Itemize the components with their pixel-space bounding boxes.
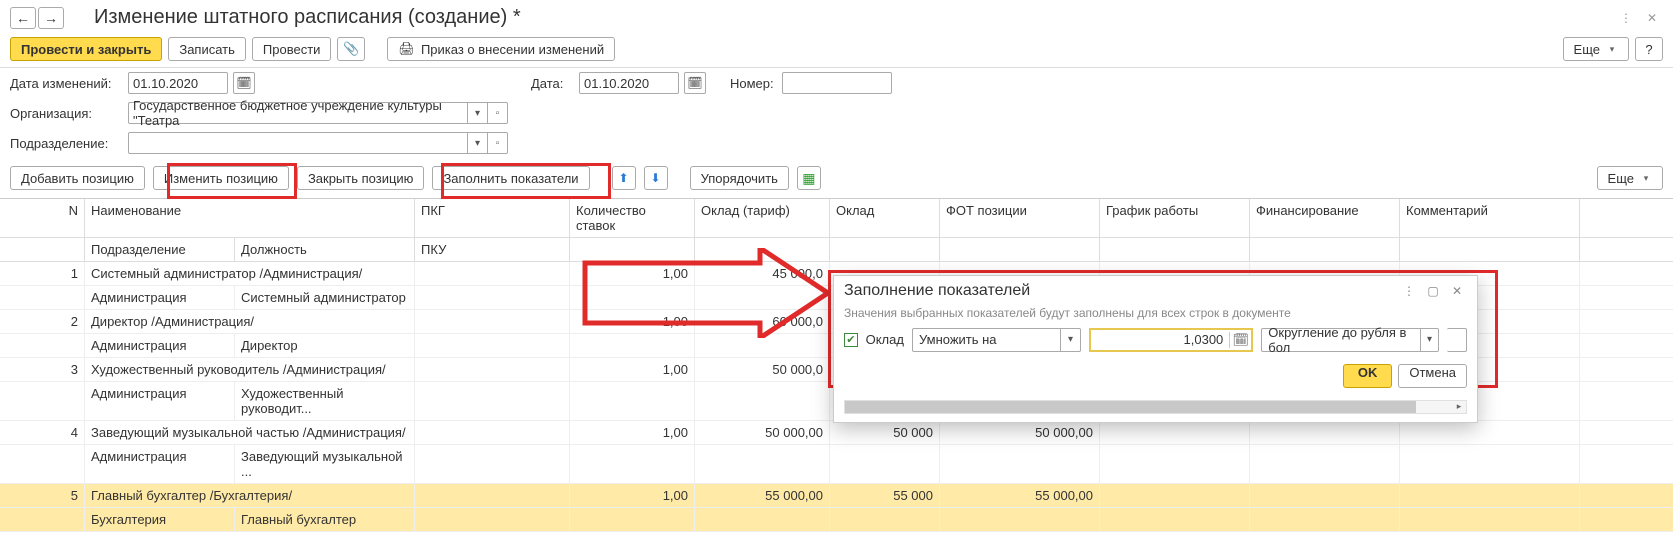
col-dept[interactable]: Подразделение — [85, 238, 235, 262]
print-order-button[interactable]: 🖨Приказ о внесении изменений — [387, 37, 615, 61]
more-button[interactable]: Еще▾ — [1563, 37, 1629, 61]
fill-indicators-dialog: Заполнение показателей ⋮ ▢ ✕ Значения вы… — [833, 275, 1478, 423]
operation-select[interactable]: Умножить на ▾ — [912, 328, 1081, 352]
col-comment[interactable]: Комментарий — [1400, 199, 1580, 238]
attach-button[interactable]: 📎 — [337, 37, 365, 61]
org-label: Организация: — [10, 106, 120, 121]
cancel-button[interactable]: Отмена — [1398, 364, 1467, 388]
salary-checkbox-label: Оклад — [866, 332, 904, 347]
printer-icon: 🖨 — [398, 41, 415, 57]
help-button[interactable]: ? — [1635, 37, 1663, 61]
table-row[interactable]: 4Заведующий музыкальной частью /Админист… — [0, 421, 1673, 445]
date-change-input[interactable]: 01.10.2020 — [128, 72, 228, 94]
col-position[interactable]: Должность — [235, 238, 415, 262]
col-n[interactable]: N — [0, 199, 85, 238]
fill-indicators-button[interactable]: Заполнить показатели — [432, 166, 589, 190]
table-row[interactable]: 5Главный бухгалтер /Бухгалтерия/1,0055 0… — [0, 484, 1673, 508]
col-count[interactable]: Количество ставок — [570, 199, 695, 238]
open-icon[interactable]: ▫ — [488, 102, 508, 124]
salary-checkbox[interactable] — [844, 333, 858, 347]
dialog-menu-icon[interactable]: ⋮ — [1399, 282, 1419, 300]
date-input[interactable]: 01.10.2020 — [579, 72, 679, 94]
number-input[interactable] — [782, 72, 892, 94]
col-salary[interactable]: Оклад — [830, 199, 940, 238]
extra-select-button[interactable] — [1447, 328, 1467, 352]
dept-label: Подразделение: — [10, 136, 120, 151]
date-label: Дата: — [531, 76, 571, 91]
calculator-icon[interactable]: 🗓 — [1229, 332, 1251, 348]
dialog-title: Заполнение показателей — [844, 282, 1030, 300]
move-down-button[interactable]: ⬇ — [644, 166, 668, 190]
chevron-down-icon[interactable]: ▾ — [1420, 329, 1438, 351]
col-schedule[interactable]: График работы — [1100, 199, 1250, 238]
page-title: Изменение штатного расписания (создание)… — [94, 6, 521, 29]
table-row[interactable]: БухгалтерияГлавный бухгалтер — [0, 508, 1673, 532]
edit-position-button[interactable]: Изменить позицию — [153, 166, 289, 190]
col-pkg[interactable]: ПКГ — [415, 199, 570, 238]
col-name[interactable]: Наименование — [85, 199, 415, 238]
window-close-icon[interactable]: ✕ — [1641, 9, 1663, 27]
date-change-label: Дата изменений: — [10, 76, 120, 91]
number-label: Номер: — [730, 76, 774, 91]
post-and-close-button[interactable]: Провести и закрыть — [10, 37, 162, 61]
multiplier-input[interactable]: 1,0300 🗓 — [1089, 328, 1253, 352]
ok-button[interactable]: OK — [1343, 364, 1393, 388]
dialog-close-icon[interactable]: ✕ — [1447, 282, 1467, 300]
save-button[interactable]: Записать — [168, 37, 246, 61]
nav-back-button[interactable]: ← — [10, 7, 36, 29]
chevron-down-icon[interactable]: ▾ — [468, 102, 488, 124]
table-row[interactable]: АдминистрацияЗаведующий музыкальной ... — [0, 445, 1673, 484]
calendar-icon[interactable]: 🗓 — [684, 72, 706, 94]
dialog-maximize-icon[interactable]: ▢ — [1423, 282, 1443, 300]
chevron-down-icon[interactable]: ▾ — [468, 132, 488, 154]
nav-forward-button[interactable]: → — [38, 7, 64, 29]
col-finance[interactable]: Финансирование — [1250, 199, 1400, 238]
table-settings-button[interactable]: ▦ — [797, 166, 821, 190]
col-fot[interactable]: ФОТ позиции — [940, 199, 1100, 238]
col-pku[interactable]: ПКУ — [415, 238, 570, 262]
add-position-button[interactable]: Добавить позицию — [10, 166, 145, 190]
chevron-down-icon[interactable]: ▾ — [1060, 329, 1080, 351]
dept-combo[interactable]: ▾ ▫ — [128, 132, 508, 154]
post-button[interactable]: Провести — [252, 37, 332, 61]
calendar-icon[interactable]: 🗓 — [233, 72, 255, 94]
close-position-button[interactable]: Закрыть позицию — [297, 166, 425, 190]
rounding-select[interactable]: Округление до рубля в бол ▾ — [1261, 328, 1439, 352]
dialog-scrollbar[interactable]: ▸ — [844, 400, 1467, 414]
move-up-button[interactable]: ⬆ — [612, 166, 636, 190]
window-menu-icon[interactable]: ⋮ — [1615, 9, 1637, 27]
open-icon[interactable]: ▫ — [488, 132, 508, 154]
col-tariff[interactable]: Оклад (тариф) — [695, 199, 830, 238]
org-combo[interactable]: Государственное бюджетное учреждение кул… — [128, 102, 508, 124]
sort-button[interactable]: Упорядочить — [690, 166, 789, 190]
table-more-button[interactable]: Еще▾ — [1597, 166, 1663, 190]
dialog-description: Значения выбранных показателей будут зап… — [844, 306, 1467, 322]
